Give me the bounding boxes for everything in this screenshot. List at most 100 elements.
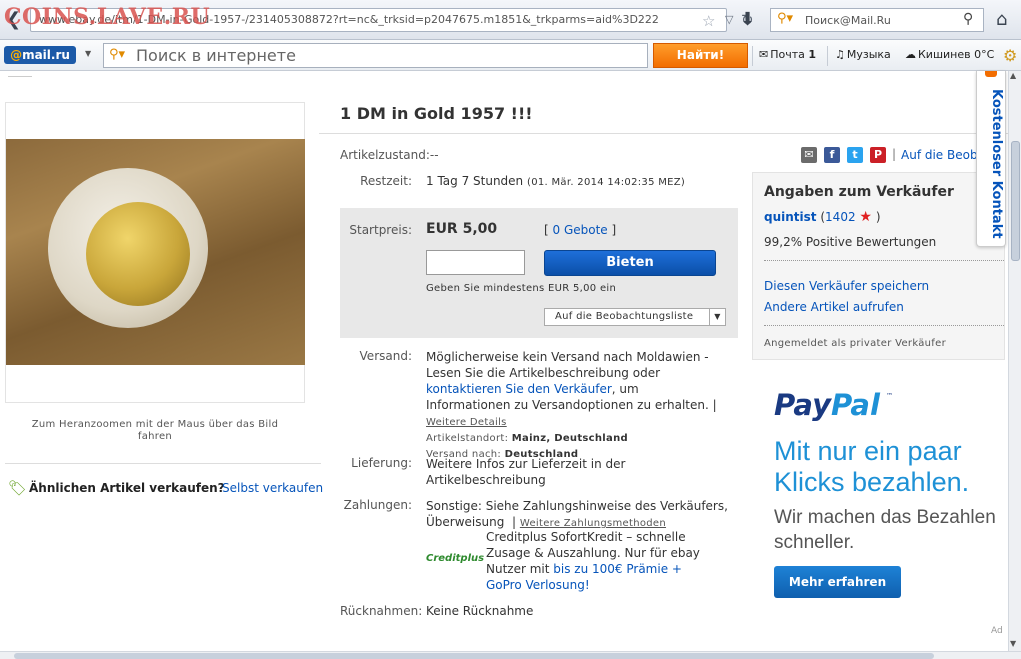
twitter-icon[interactable]: t [847,147,863,163]
weather-button[interactable]: ☁ Кишинев 0°C [905,48,994,61]
seller-feedback: 99,2% Positive Bewertungen [764,235,937,249]
search-engine-icon[interactable]: ⚲▾ [777,11,793,26]
bid-count-close: ] [611,223,617,237]
mailru-toolbar: @mail.ru ▼ ⚲▾ Поиск в интернете Найти! ✉… [0,40,1021,71]
item-location: Artikelstandort: Mainz, Deutschland [426,431,726,447]
seller-info-box: Angaben zum Verkäufer quintist (1402 ★ )… [752,172,1005,360]
shipping-separator: | [712,398,717,412]
more-payment-methods-link[interactable]: Weitere Zahlungsmethoden [520,518,666,529]
browser-search-box[interactable]: ⚲▾ Поиск@Mail.Ru ⚲ [770,8,984,32]
free-contact-tab[interactable]: Kostenloser Kontakt [976,71,1006,247]
mail-button[interactable]: ✉ Почта 1 [759,48,816,61]
share-separator: | [892,147,897,161]
page-top-edge [8,71,32,77]
site-watermark: COINS.LAVE.RU [4,4,211,30]
scrollbar-thumb[interactable] [1011,141,1020,261]
scrollbar-thumb[interactable] [14,653,934,659]
learn-more-button[interactable]: Mehr erfahren [774,566,901,598]
mailru-logo-at: @ [10,48,23,62]
mailru-logo-text: mail.ru [22,48,70,62]
gear-icon[interactable]: ⚙ [1003,46,1017,65]
pinterest-icon[interactable]: P [870,147,886,163]
search-icon[interactable]: ⚲ [963,11,973,27]
returns-label: Rücknahmen: [340,604,423,618]
ad-subheadline: Wir machen das Bezahlen schneller. [774,507,996,553]
music-note-icon: ♫ [835,48,845,61]
add-to-watchlist-link[interactable]: Auf die Beob [901,148,978,162]
music-label: Музыка [846,48,891,61]
shipping-info: Möglicherweise kein Versand nach Moldawi… [426,349,726,463]
item-image-frame[interactable] [5,102,305,403]
start-price-label: Startpreis: [349,223,412,237]
sell-yourself-link[interactable]: Selbst verkaufen [222,481,323,495]
delivery-value: Weitere Infos zur Lieferzeit in der Arti… [426,457,626,487]
zoom-hint: Zum Heranzoomen mit der Maus über das Bi… [31,419,279,442]
item-photo[interactable] [6,139,305,365]
scroll-down-icon[interactable]: ▼ [1010,639,1016,648]
watchlist-label: Auf die Beobachtungsliste [555,311,694,322]
seller-heading: Angaben zum Verkäufer [764,184,954,200]
other-items-link[interactable]: Andere Artikel aufrufen [764,300,904,314]
home-icon[interactable]: ⌂ [996,9,1007,30]
download-arrow-icon[interactable]: ⬇ [740,9,755,30]
url-dropdown-icon[interactable]: ▽ [725,13,733,26]
item-location-label: Artikelstandort: [426,433,509,444]
facebook-icon[interactable]: f [824,147,840,163]
bid-amount-input[interactable] [426,250,525,275]
horizontal-scrollbar[interactable] [0,651,1021,659]
min-bid-hint: Geben Sie mindestens EUR 5,00 ein [426,283,617,294]
scroll-up-icon[interactable]: ▲ [1010,71,1016,80]
item-title: 1 DM in Gold 1957 !!! [340,104,533,123]
creditplus-logo[interactable]: Creditplus [426,553,484,564]
place-bid-button[interactable]: Bieten [544,250,716,276]
ad-label: Ad [991,626,1003,636]
start-price: EUR 5,00 [426,221,498,237]
toolbar-divider [752,46,753,66]
weather-label: Кишинев 0°C [918,48,995,61]
time-left-label: Restzeit: [360,174,412,188]
payment-label: Zahlungen: [343,498,412,512]
mailru-search-input[interactable]: ⚲▾ Поиск в интернете [103,43,648,68]
contact-seller-link[interactable]: kontaktieren Sie den Verkäufer [426,382,612,396]
shipping-details-link[interactable]: Weitere Details [426,417,507,428]
paypal-logo[interactable]: PayPal [774,388,880,422]
watchlist-button[interactable]: Auf die Beobachtungsliste ▼ [544,308,726,326]
divider [764,325,1004,326]
paypal-logo-pal: Pal [830,388,880,422]
seller-score-link[interactable]: 1402 [825,210,856,224]
email-icon[interactable]: ✉ [801,147,817,163]
bid-count-open: [ [544,223,549,237]
browser-search-placeholder: Поиск@Mail.Ru [805,14,891,27]
free-contact-label: Kostenloser Kontakt [989,89,1004,239]
gold-coin [86,202,190,306]
paypal-logo-pay: Pay [774,388,831,422]
save-seller-link[interactable]: Diesen Verkäufer speichern [764,279,929,293]
browser-toolbar: ❮ www.ebay.de/itm/1-DM-in-Gold-1957-/231… [0,0,1021,40]
find-button[interactable]: Найти! [653,43,748,68]
delivery-label: Lieferung: [351,456,412,470]
seller-score-close: ) [875,210,881,224]
toolbar-divider [827,46,828,66]
mailru-search-placeholder: Поиск в интернете [136,46,296,65]
creditplus-promo: Creditplus SofortKredit – schnelle Zusag… [486,529,716,593]
bookmark-star-icon[interactable]: ☆ [702,12,715,30]
mailru-menu-icon[interactable]: ▼ [85,49,91,58]
price-tag-icon: 🏷 [8,479,28,497]
vertical-scrollbar[interactable]: ▲ ▼ [1008,71,1021,651]
payment-value: Sonstige: Siehe Zahlungshinweise des Ver… [426,498,736,532]
time-left-value: 1 Tag 7 Stunden (01. Mär. 2014 14:02:35 … [426,174,685,188]
search-engine-icon[interactable]: ⚲▾ [109,47,125,62]
bid-count: [ 0 Gebote ] [544,223,616,237]
end-date: (01. Mär. 2014 14:02:35 MEZ) [527,177,686,188]
music-button[interactable]: ♫ Музыка [835,48,891,61]
bid-count-link[interactable]: 0 Gebote [553,223,608,237]
mailru-logo[interactable]: @mail.ru [4,46,76,64]
seller-name-row: quintist (1402 ★ ) [764,209,881,225]
mail-count: 1 [808,48,817,61]
cloud-icon: ☁ [905,48,916,61]
seller-name-link[interactable]: quintist [764,210,817,224]
star-icon: ★ [859,209,872,225]
seller-type: Angemeldet als privater Verkäufer [764,338,946,349]
chevron-down-icon[interactable]: ▼ [709,309,725,325]
shipping-text: Möglicherweise kein Versand nach Moldawi… [426,350,709,380]
